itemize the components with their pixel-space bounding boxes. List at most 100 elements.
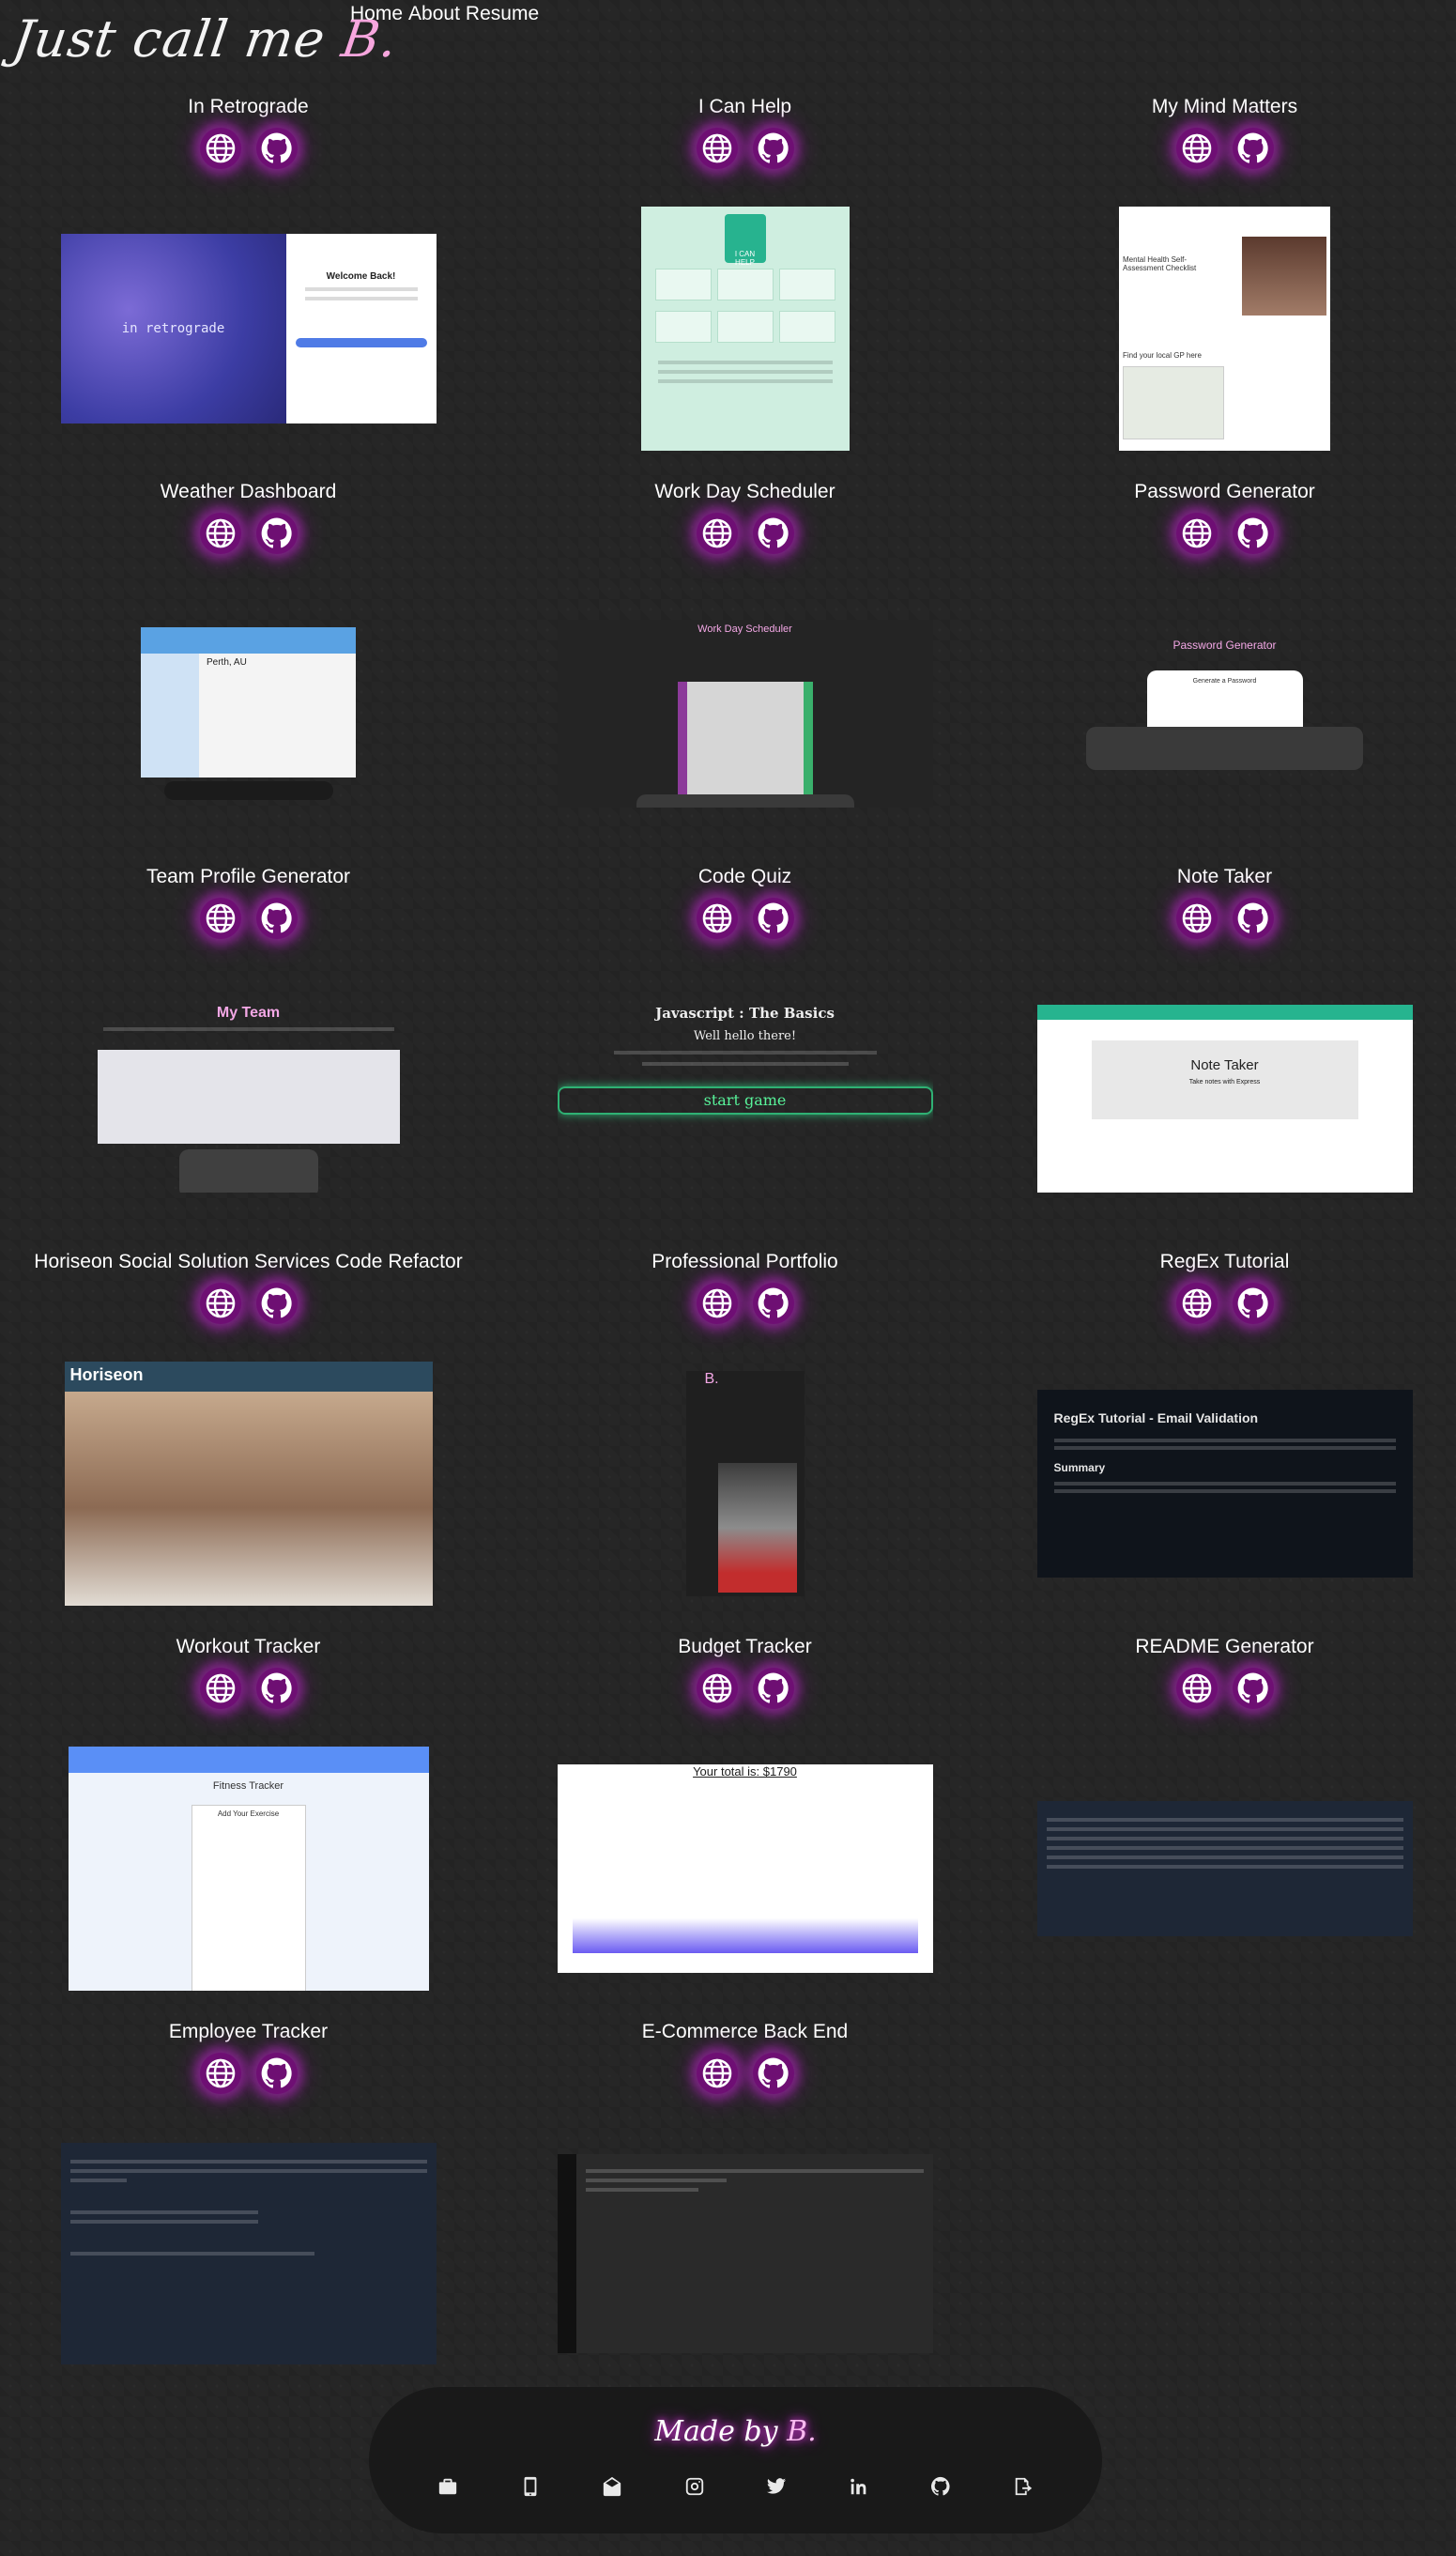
footer-logo-initial: B. (787, 2415, 817, 2448)
project-card: Work Day Scheduler Work Day Scheduler (497, 479, 993, 864)
project-links (497, 513, 993, 554)
shot-heading: I CAN HELP (724, 214, 766, 267)
project-screenshot[interactable]: Weather Dashboard Perth, AU (0, 582, 497, 845)
globe-icon[interactable] (696, 898, 738, 939)
globe-icon[interactable] (199, 513, 241, 554)
shot-text: in retrograde (60, 234, 286, 423)
project-title: Code Quiz (697, 866, 792, 887)
globe-icon[interactable] (1175, 898, 1218, 939)
globe-icon[interactable] (199, 1283, 241, 1324)
project-screenshot[interactable] (497, 2122, 993, 2385)
email-icon[interactable] (601, 2475, 623, 2498)
github-icon[interactable] (255, 128, 298, 169)
linkedin-icon[interactable] (848, 2475, 870, 2498)
globe-icon[interactable] (696, 1283, 738, 1324)
project-screenshot[interactable]: Fitness Tracker Add Your Exercise (0, 1737, 497, 2000)
phone-icon[interactable] (519, 2475, 542, 2498)
footer-logo: Made by B. (369, 2415, 1102, 2448)
project-links (993, 1283, 1456, 1324)
project-card: Code Quiz Javascript : The Basics Well hel… (497, 864, 993, 1249)
project-links (993, 128, 1456, 169)
project-links (0, 898, 497, 939)
globe-icon[interactable] (696, 2053, 738, 2094)
nav-home[interactable]: Home (350, 3, 403, 25)
project-card: Budget Tracker Your total is: $1790 (497, 1634, 993, 2019)
shot-heading: Work Day Scheduler (697, 624, 792, 635)
project-screenshot[interactable]: Javascript : The Basics Well hello there!… (497, 967, 993, 1230)
project-links (497, 1668, 993, 1709)
project-links (0, 2053, 497, 2094)
shot-heading: Mental Health Self-Assessment Checklist (1123, 255, 1197, 272)
project-screenshot[interactable]: in retrograde Welcome Back! (0, 197, 497, 460)
globe-icon[interactable] (199, 2053, 241, 2094)
globe-icon[interactable] (199, 128, 241, 169)
project-screenshot[interactable]: My Team (0, 967, 497, 1230)
github-icon[interactable] (1232, 1668, 1274, 1709)
project-card: README Generator (993, 1634, 1456, 2019)
logout-icon[interactable] (1012, 2475, 1035, 2498)
project-card: My Mind Matters Mental Health Self-Assess… (993, 94, 1456, 479)
main-nav: Home About Resume (350, 3, 539, 25)
project-links (993, 898, 1456, 939)
project-screenshot[interactable]: RegEx Tutorial - Email Validation Summary (993, 1352, 1456, 1615)
github-icon[interactable] (752, 898, 794, 939)
github-icon[interactable] (929, 2475, 952, 2498)
globe-icon[interactable] (199, 1668, 241, 1709)
globe-icon[interactable] (1175, 513, 1218, 554)
project-card: I Can Help I CAN HELP (497, 94, 993, 479)
briefcase-icon[interactable] (437, 2475, 459, 2498)
project-card: Employee Tracker (0, 2019, 497, 2404)
github-icon[interactable] (1232, 513, 1274, 554)
globe-icon[interactable] (696, 1668, 738, 1709)
globe-icon[interactable] (1175, 1283, 1218, 1324)
globe-icon[interactable] (696, 128, 738, 169)
github-icon[interactable] (752, 1283, 794, 1324)
globe-icon[interactable] (199, 898, 241, 939)
project-title: Workout Tracker (176, 1636, 321, 1657)
project-links (497, 898, 993, 939)
project-grid: In Retrograde in retrograde Welcome Back! I… (0, 94, 1456, 2404)
project-screenshot[interactable]: Work Day Scheduler (497, 582, 993, 845)
twitter-icon[interactable] (765, 2475, 788, 2498)
github-icon[interactable] (752, 128, 794, 169)
shot-heading: Note Taker (1190, 1057, 1259, 1073)
project-screenshot[interactable]: Horiseon (0, 1352, 497, 1615)
github-icon[interactable] (752, 1668, 794, 1709)
github-icon[interactable] (752, 2053, 794, 2094)
shot-heading: Weather Dashboard (197, 629, 299, 642)
github-icon[interactable] (752, 513, 794, 554)
site-logo[interactable]: Just call me B. (9, 9, 402, 69)
project-screenshot[interactable]: I CAN HELP (497, 197, 993, 460)
shot-heading: RegEx Tutorial - Email Validation (1053, 1410, 1259, 1425)
github-icon[interactable] (255, 1283, 298, 1324)
nav-about[interactable]: About (408, 3, 460, 25)
globe-icon[interactable] (1175, 1668, 1218, 1709)
github-icon[interactable] (255, 513, 298, 554)
project-screenshot[interactable]: Password Generator Generate a Password (993, 582, 1456, 845)
github-icon[interactable] (255, 2053, 298, 2094)
project-links (0, 513, 497, 554)
github-icon[interactable] (1232, 898, 1274, 939)
instagram-icon[interactable] (683, 2475, 706, 2498)
project-screenshot[interactable] (0, 2122, 497, 2385)
github-icon[interactable] (255, 1668, 298, 1709)
globe-icon[interactable] (696, 513, 738, 554)
globe-icon[interactable] (1175, 128, 1218, 169)
shot-sub: Generate a Password (1192, 678, 1257, 685)
github-icon[interactable] (1232, 1283, 1274, 1324)
github-icon[interactable] (1232, 128, 1274, 169)
project-title: Professional Portfolio (651, 1251, 838, 1272)
project-screenshot[interactable] (993, 1737, 1456, 2000)
nav-resume[interactable]: Resume (466, 3, 539, 25)
project-title: In Retrograde (188, 96, 309, 117)
project-screenshot[interactable]: Note Taker Take notes with Express (993, 967, 1456, 1230)
project-title: Horiseon Social Solution Services Code R… (34, 1251, 463, 1272)
project-links (993, 513, 1456, 554)
github-icon[interactable] (255, 898, 298, 939)
project-screenshot[interactable]: B. (497, 1352, 993, 1615)
project-screenshot[interactable]: Your total is: $1790 (497, 1737, 993, 2000)
project-links (0, 128, 497, 169)
project-screenshot[interactable]: Mental Health Self-Assessment Checklist F… (993, 197, 1456, 460)
project-links (497, 128, 993, 169)
project-links (993, 1668, 1456, 1709)
